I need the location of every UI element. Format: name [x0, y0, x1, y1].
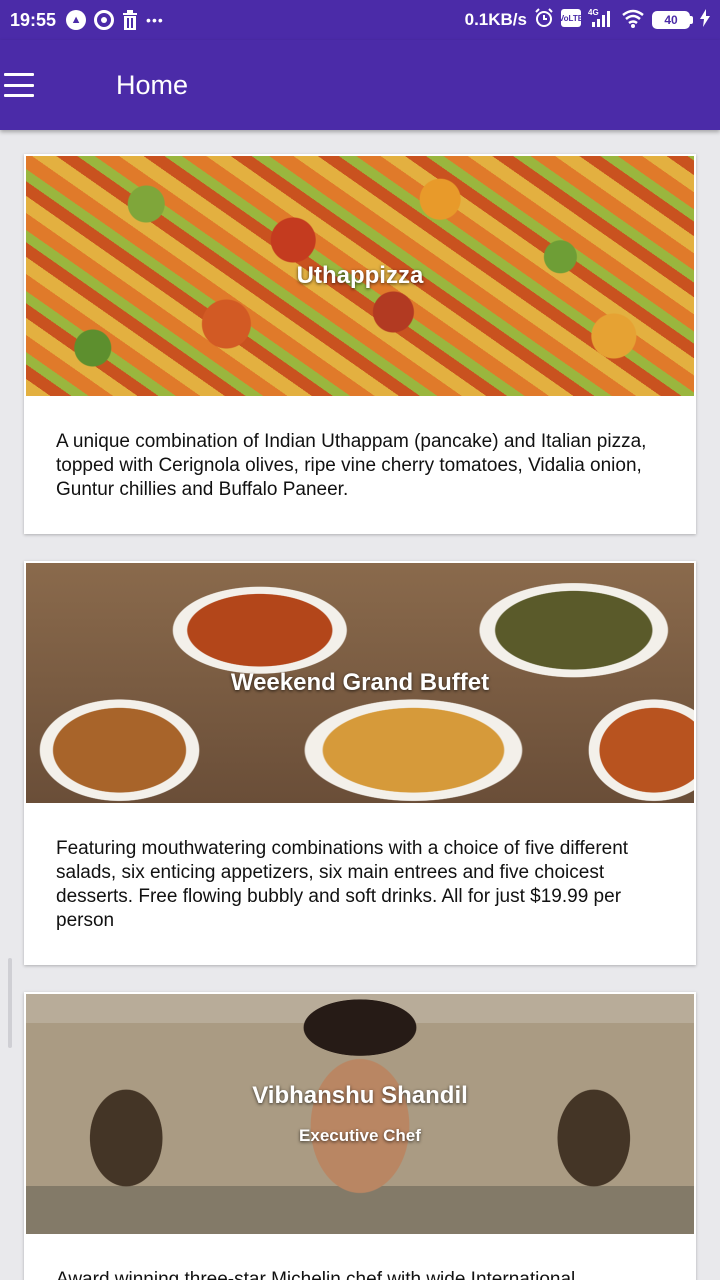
page-title: Home: [116, 69, 189, 100]
volte-icon: VoLTE: [559, 8, 584, 32]
alarm-icon: [534, 7, 554, 33]
svg-text:VoLTE: VoLTE: [561, 14, 581, 23]
promotion-card-buffet[interactable]: Weekend Grand Buffet Featuring mouthwate…: [24, 561, 696, 965]
status-bar: 19:55 ▲ ••• 0.1KB/s VoLTE 4G 40: [0, 0, 720, 40]
leader-card-chef[interactable]: Vibhanshu Shandil Executive Chef Award w…: [24, 992, 696, 1280]
card-subtitle: Executive Chef: [299, 1126, 421, 1145]
dish-card-uthappizza[interactable]: Uthappizza A unique combination of India…: [24, 154, 696, 534]
network-speed: 0.1KB/s: [464, 10, 527, 29]
scroll-indicator[interactable]: [8, 958, 12, 1048]
network-type: 4G: [588, 8, 599, 17]
more-dots-icon: •••: [146, 12, 164, 28]
record-icon: [94, 10, 115, 30]
signal-icon: 4G: [588, 8, 614, 33]
status-time: 19:55: [10, 9, 57, 30]
app-a-icon: ▲: [66, 10, 87, 30]
card-image: Vibhanshu Shandil Executive Chef: [26, 994, 694, 1234]
card-description: Award winning three-star Michelin chef w…: [56, 1269, 576, 1280]
card-image: Weekend Grand Buffet: [26, 563, 694, 803]
card-title: Vibhanshu Shandil: [252, 1082, 468, 1109]
card-image: Uthappizza: [26, 156, 694, 396]
card-description: A unique combination of Indian Uthappam …: [56, 431, 647, 500]
card-title: Weekend Grand Buffet: [230, 669, 490, 696]
charging-icon: [700, 8, 710, 32]
card-title: Uthappizza: [296, 262, 424, 289]
card-description: Featuring mouthwatering combinations wit…: [56, 838, 629, 931]
battery-icon: 40: [652, 11, 693, 29]
battery-level: 40: [652, 11, 690, 29]
trash-icon: [122, 10, 138, 30]
wifi-icon: [621, 8, 645, 33]
hamburger-menu-icon[interactable]: [4, 73, 40, 97]
app-bar: Home: [0, 40, 720, 130]
